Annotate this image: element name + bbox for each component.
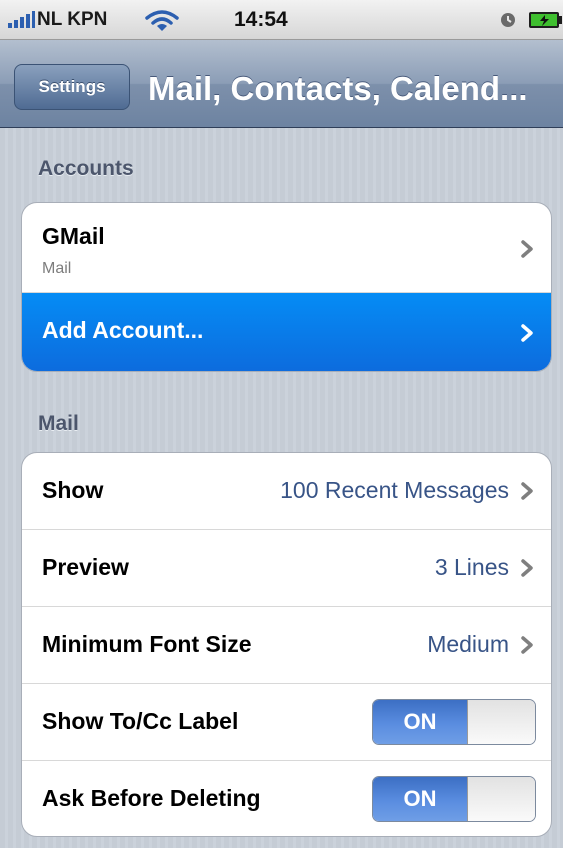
chevron-right-icon	[521, 324, 533, 342]
show-label: Show	[42, 477, 104, 503]
toggle-on-label: ON	[373, 700, 467, 744]
toggle-knob	[467, 700, 535, 744]
chevron-right-icon	[521, 636, 533, 654]
page-title: Mail, Contacts, Calend...	[148, 70, 528, 107]
preview-value: 3 Lines	[434, 554, 509, 580]
account-subtitle: Mail	[42, 260, 72, 277]
ask-before-deleting-toggle[interactable]: ON	[372, 776, 536, 822]
settings-back-button[interactable]: Settings	[14, 64, 130, 110]
status-bar: NL KPN 14:54	[0, 0, 563, 40]
minimum-font-size-value: Medium	[427, 631, 509, 657]
minimum-font-size-label: Minimum Font Size	[42, 631, 252, 657]
show-row[interactable]: Show 100 Recent Messages	[22, 453, 551, 530]
accounts-group: GMail Mail Add Account...	[21, 202, 552, 372]
lock-icon	[500, 12, 516, 28]
battery-icon	[528, 11, 563, 29]
signal-icon	[8, 10, 36, 30]
chevron-right-icon	[521, 482, 533, 500]
show-to-cc-toggle[interactable]: ON	[372, 699, 536, 745]
preview-row[interactable]: Preview 3 Lines	[22, 530, 551, 607]
carrier-name: NL KPN	[37, 9, 108, 30]
mail-group: Show 100 Recent Messages Preview 3 Lines…	[21, 452, 552, 837]
chevron-right-icon	[521, 240, 533, 258]
add-account-label: Add Account...	[42, 317, 204, 343]
toggle-knob	[467, 777, 535, 821]
preview-label: Preview	[42, 554, 129, 580]
toggle-on-label: ON	[373, 777, 467, 821]
minimum-font-size-row[interactable]: Minimum Font Size Medium	[22, 607, 551, 684]
wifi-icon	[145, 9, 179, 38]
chevron-right-icon	[521, 559, 533, 577]
show-to-cc-label: Show To/Cc Label	[42, 708, 239, 734]
accounts-section-header: Accounts	[38, 157, 134, 180]
back-button-label: Settings	[38, 77, 106, 96]
account-title: GMail	[42, 223, 105, 249]
account-row-gmail[interactable]: GMail Mail	[22, 203, 551, 293]
add-account-row[interactable]: Add Account...	[22, 293, 551, 371]
ask-before-deleting-label: Ask Before Deleting	[42, 785, 261, 811]
ask-before-deleting-row: Ask Before Deleting ON	[22, 761, 551, 836]
show-to-cc-label-row: Show To/Cc Label ON	[22, 684, 551, 761]
mail-section-header: Mail	[38, 412, 79, 435]
navigation-bar: Settings Mail, Contacts, Calend...	[0, 40, 563, 128]
clock-time: 14:54	[234, 8, 288, 31]
show-value: 100 Recent Messages	[280, 477, 509, 503]
